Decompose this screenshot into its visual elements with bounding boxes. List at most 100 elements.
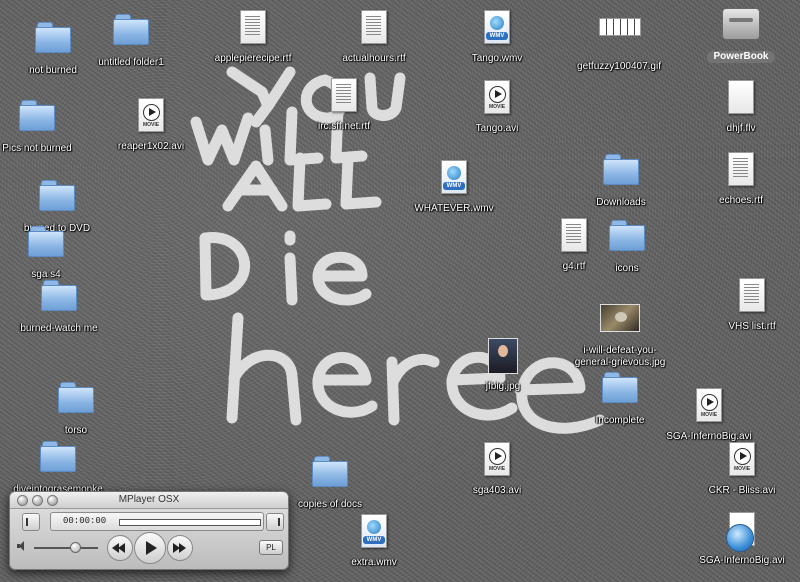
blank-document-icon [721,80,761,118]
icon-label: extra.wmv [351,557,397,568]
time-display: 00:00:00 [50,512,264,531]
folder-torso[interactable]: torso [16,378,136,436]
file-irc-sff[interactable]: irc.sff.net.rtf [284,76,404,132]
file-getfuzzy[interactable]: getfuzzy100407.gif [559,8,679,72]
folder-downloads[interactable]: Downloads [561,150,681,208]
folder-diveintogrease[interactable]: diveintograsemonke [0,437,118,495]
volume-slider-track[interactable] [34,547,98,549]
play-button[interactable] [134,532,166,564]
icon-label: Tango.wmv [471,53,523,64]
file-applepierecipe[interactable]: applepierecipe.rtf [193,8,313,64]
elapsed-time: 00:00:00 [63,516,107,526]
rtf-document-icon [721,152,761,190]
folder-icon [56,382,96,420]
icon-label: torso [64,425,88,436]
drive-powerbook[interactable]: PowerBook [681,6,800,63]
rtf-document-icon [233,10,273,48]
file-reaper[interactable]: MOVIE reaper1x02.avi [91,96,211,152]
icon-label: irc.sff.net.rtf [317,121,371,132]
window-title: MPlayer OSX [118,494,180,505]
speaker-icon [17,541,27,551]
movie-icon: MOVIE [477,442,517,480]
folder-burned-watch-me[interactable]: burned-watch me [0,276,119,334]
icon-label: Incomplete [595,415,645,426]
rtf-document-icon [354,10,394,48]
folder-icon [38,441,78,479]
file-sga403[interactable]: MOVIE sga403.avi [437,440,557,496]
icon-label: burned-watch me [20,323,98,334]
wmv-movie-icon: WMV [434,160,474,198]
folder-icon [33,22,73,60]
icon-label: reaper1x02.avi [117,141,185,152]
folder-pics-not-burned[interactable]: Pics not burned [0,96,97,154]
folder-icon [607,220,647,258]
icon-label: PowerBook [707,51,775,63]
file-jfbig[interactable]: jfbig.jpg [443,336,563,392]
folder-icon [111,14,151,52]
seek-bar[interactable] [119,519,261,526]
folder-icon [17,100,57,138]
folder-icon [37,180,77,218]
folder-untitled-folder1[interactable]: untitled folder1 [71,10,191,68]
icon-label: Pics not burned [2,143,72,154]
icon-label: jfbig.jpg [485,381,521,392]
skip-back-button[interactable] [22,513,40,531]
file-tango-wmv[interactable]: WMV Tango.wmv [437,8,557,64]
folder-icons[interactable]: icons [567,216,687,274]
icon-label: getfuzzy100407.gif [577,61,661,72]
file-sga-inferno-avi[interactable]: MOVIE SGA-InfernoBig.avi [649,386,769,442]
icon-label: VHS list.rtf [728,321,776,332]
icon-label: SGA-InfernoBig.avi [699,555,785,566]
icon-label: sga403.avi [472,485,522,496]
movie-icon: MOVIE [131,98,171,136]
icon-label: dhjf.flv [726,123,756,134]
icon-label: Tango.avi [475,123,519,134]
file-echoes[interactable]: echoes.rtf [681,150,800,206]
icon-label: copies of docs [298,499,362,510]
icon-label: CKR - Bliss.avi [708,485,776,496]
movie-icon: MOVIE [722,442,762,480]
file-actualhours[interactable]: actualhours.rtf [314,8,434,64]
rewind-button[interactable] [107,535,133,561]
file-sga-inferno-quicktime[interactable]: SGA-InfernoBig.avi [682,512,800,568]
folder-icon [26,226,66,264]
photo-thumbnail-icon [600,304,640,342]
file-whatever-wmv[interactable]: WMV WHATEVER.wmv [394,158,514,214]
fast-forward-button[interactable] [167,535,193,561]
icon-label: echoes.rtf [719,195,763,206]
wmv-movie-icon: WMV [477,10,517,48]
folder-icon [601,154,641,192]
icon-label: icons [615,263,639,274]
folder-icon [310,456,350,494]
rtf-document-icon [732,278,772,316]
wmv-movie-icon: WMV [354,514,394,552]
playlist-button[interactable]: PL [259,540,283,555]
icon-label: i-will-defeat-you- general-grievous.jpg [574,345,666,368]
gif-image-icon [599,18,641,56]
file-tango-avi[interactable]: MOVIE Tango.avi [437,78,557,134]
icon-label: Downloads [596,197,646,208]
quicktime-movie-icon [722,512,762,552]
hard-drive-icon [721,8,761,46]
icon-label: untitled folder1 [98,57,164,68]
icon-label: actualhours.rtf [342,53,406,64]
folder-icon [600,372,640,410]
skip-forward-button[interactable] [266,513,284,531]
folder-icon [39,280,79,318]
movie-icon: MOVIE [477,80,517,118]
volume-slider-knob[interactable] [70,542,81,553]
icon-label: not burned [29,65,77,76]
movie-icon: MOVIE [689,388,729,426]
file-vhs-list[interactable]: VHS list.rtf [692,276,800,332]
mplayer-titlebar[interactable]: MPlayer OSX [10,492,288,509]
file-defeat-grievous[interactable]: i-will-defeat-you- general-grievous.jpg [560,298,680,368]
icon-label: applepierecipe.rtf [214,53,292,64]
rtf-document-icon [324,78,364,116]
file-ckr-bliss[interactable]: MOVIE CKR - Bliss.avi [682,440,800,496]
file-dhjf[interactable]: dhjf.flv [681,78,800,134]
mplayer-window[interactable]: MPlayer OSX 00:00:00 PL [9,491,289,570]
folder-sga-s4[interactable]: sga s4 [0,222,106,280]
photo-thumbnail-icon [483,338,523,376]
file-extra-wmv[interactable]: WMV extra.wmv [314,512,434,568]
desktop-background: not burned untitled folder1 applepiereci… [0,0,800,582]
